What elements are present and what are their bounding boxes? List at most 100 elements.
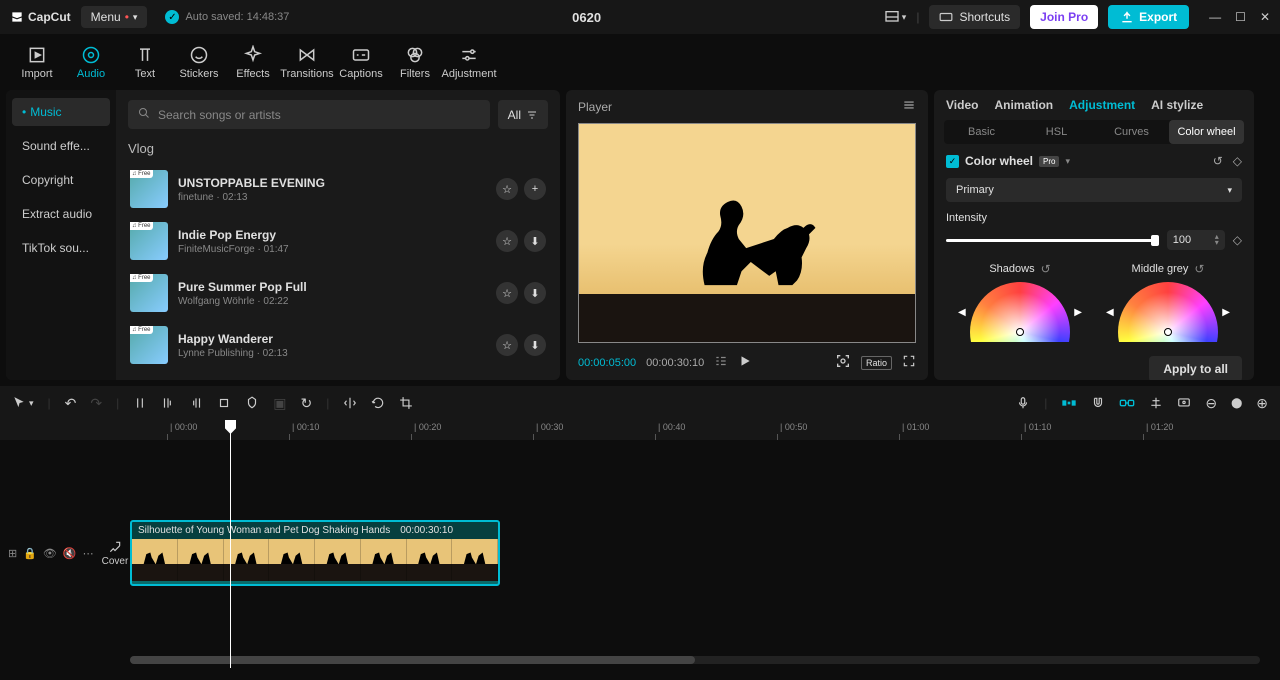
download-icon[interactable]: ⬇ — [524, 230, 546, 252]
shadows-color-wheel[interactable] — [970, 282, 1070, 342]
primary-select[interactable]: Primary ▾ — [946, 178, 1242, 202]
intensity-value-input[interactable]: 100 ▴▾ — [1167, 230, 1225, 250]
delete-icon[interactable] — [217, 396, 231, 410]
song-row[interactable]: Indie Pop Energy FiniteMusicForge · 01:4… — [128, 218, 548, 264]
redo-icon[interactable]: ↷ — [90, 395, 102, 412]
mic-icon[interactable] — [1016, 396, 1030, 410]
favorite-icon[interactable]: ☆ — [496, 282, 518, 304]
tab-import[interactable]: Import — [10, 34, 64, 90]
tab-transitions[interactable]: Transitions — [280, 34, 334, 90]
menu-button[interactable]: Menu • ▾ — [81, 6, 148, 28]
middlegrey-right-arrow[interactable]: ▶ — [1222, 307, 1230, 318]
leftnav-tiktok-sound[interactable]: TikTok sou... — [12, 234, 110, 262]
track-lock-icon[interactable]: 🔒 — [23, 547, 37, 560]
rotate-icon[interactable] — [371, 396, 385, 410]
keyframe-icon[interactable]: ◇ — [1233, 154, 1242, 168]
song-row[interactable]: Happy Wanderer Lynne Publishing · 02:13 … — [128, 322, 548, 368]
preview-icon[interactable] — [1177, 396, 1191, 410]
tab-captions[interactable]: Captions — [334, 34, 388, 90]
align-icon[interactable] — [1149, 396, 1163, 410]
color-wheel-checkbox[interactable]: ✓ — [946, 155, 959, 168]
intensity-keyframe-icon[interactable]: ◇ — [1233, 233, 1242, 247]
tab-text[interactable]: Text — [118, 34, 172, 90]
zoom-slider-thumb[interactable]: ⬤ — [1231, 398, 1242, 409]
shadows-left-arrow[interactable]: ◀ — [958, 307, 966, 318]
add-icon[interactable]: + — [524, 178, 546, 200]
favorite-icon[interactable]: ☆ — [496, 230, 518, 252]
leftnav-music[interactable]: •Music — [12, 98, 110, 126]
rsubtab-color-wheel[interactable]: Color wheel — [1169, 120, 1244, 144]
close-icon[interactable]: ✕ — [1260, 10, 1270, 24]
track-visible-icon[interactable]: 👁 — [43, 547, 57, 560]
tab-stickers[interactable]: Stickers — [172, 34, 226, 90]
marker-icon[interactable] — [245, 396, 259, 410]
fullscreen-icon[interactable] — [902, 354, 916, 371]
tab-filters[interactable]: Filters — [388, 34, 442, 90]
trim-left-icon[interactable] — [161, 396, 175, 410]
join-pro-button[interactable]: Join Pro — [1030, 5, 1098, 29]
mirror-icon[interactable] — [343, 396, 357, 410]
magnet-main-icon[interactable] — [1061, 397, 1077, 409]
middlegrey-reset-icon[interactable]: ↺ — [1194, 262, 1204, 276]
rtab-video[interactable]: Video — [946, 98, 978, 112]
rsubtab-basic[interactable]: Basic — [944, 120, 1019, 144]
minimize-icon[interactable]: — — [1209, 10, 1221, 24]
download-icon[interactable]: ⬇ — [524, 334, 546, 356]
favorite-icon[interactable]: ☆ — [496, 178, 518, 200]
download-icon[interactable]: ⬇ — [524, 282, 546, 304]
list-view-icon[interactable] — [714, 354, 728, 371]
song-row[interactable]: UNSTOPPABLE EVENING finetune · 02:13 ☆ + — [128, 166, 548, 212]
tab-audio[interactable]: Audio — [64, 34, 118, 90]
tab-adjustment[interactable]: Adjustment — [442, 34, 496, 90]
middlegrey-left-arrow[interactable]: ◀ — [1106, 307, 1114, 318]
favorite-icon[interactable]: ☆ — [496, 334, 518, 356]
ratio-button[interactable]: Ratio — [861, 356, 892, 370]
maximize-icon[interactable]: ☐ — [1235, 10, 1246, 24]
middlegrey-color-wheel[interactable] — [1118, 282, 1218, 342]
leftnav-extract-audio[interactable]: Extract audio — [12, 200, 110, 228]
song-title: Pure Summer Pop Full — [178, 280, 486, 294]
rtab-ai-stylize[interactable]: AI stylize — [1151, 98, 1203, 112]
cover-button[interactable]: Cover — [102, 540, 129, 567]
crop-icon[interactable] — [399, 396, 413, 410]
shadows-reset-icon[interactable]: ↺ — [1041, 262, 1051, 276]
timeline-scrollbar[interactable] — [130, 656, 1260, 664]
tab-effects[interactable]: Effects — [226, 34, 280, 90]
search-input[interactable]: Search songs or artists — [128, 100, 490, 129]
rtab-animation[interactable]: Animation — [994, 98, 1053, 112]
ruler-tick: | 00:00 — [170, 422, 197, 432]
track-more-icon[interactable]: ⋯ — [83, 547, 94, 560]
undo-icon[interactable]: ↶ — [65, 395, 77, 412]
leftnav-sound-effects[interactable]: Sound effe... — [12, 132, 110, 160]
zoom-in-icon[interactable]: ⊕ — [1256, 395, 1268, 412]
video-preview[interactable] — [578, 123, 916, 343]
player-menu-icon[interactable] — [902, 98, 916, 115]
trim-right-icon[interactable] — [189, 396, 203, 410]
song-row[interactable]: Pure Summer Pop Full Wolfgang Wöhrle · 0… — [128, 270, 548, 316]
intensity-slider[interactable] — [946, 239, 1159, 242]
rsubtab-curves[interactable]: Curves — [1094, 120, 1169, 144]
magnet-icon[interactable] — [1091, 396, 1105, 410]
link-icon[interactable] — [1119, 397, 1135, 409]
zoom-out-icon[interactable]: ⊖ — [1205, 395, 1217, 412]
shadows-right-arrow[interactable]: ▶ — [1074, 307, 1082, 318]
video-clip[interactable]: Silhouette of Young Woman and Pet Dog Sh… — [130, 520, 500, 586]
group-icon[interactable]: ▣ — [273, 395, 286, 412]
rtab-adjustment[interactable]: Adjustment — [1069, 98, 1135, 112]
rsubtab-hsl[interactable]: HSL — [1019, 120, 1094, 144]
play-button[interactable] — [738, 354, 752, 371]
selection-tool-icon[interactable]: ▾ — [12, 396, 34, 410]
leftnav-copyright[interactable]: Copyright — [12, 166, 110, 194]
reset-icon[interactable]: ↺ — [1213, 154, 1223, 168]
layout-icon[interactable]: ▾ — [884, 9, 907, 25]
refresh-icon[interactable]: ↻ — [300, 395, 312, 412]
track-mute-icon[interactable]: 🔇 — [63, 547, 77, 560]
split-icon[interactable] — [133, 396, 147, 410]
filter-all-button[interactable]: All — [498, 100, 548, 129]
shortcuts-button[interactable]: Shortcuts — [929, 5, 1020, 29]
apply-to-all-button[interactable]: Apply to all — [1149, 356, 1242, 380]
track-expand-icon[interactable]: ⊞ — [8, 547, 17, 560]
export-button[interactable]: Export — [1108, 5, 1189, 29]
scan-icon[interactable] — [835, 353, 851, 372]
playhead[interactable] — [230, 420, 231, 668]
